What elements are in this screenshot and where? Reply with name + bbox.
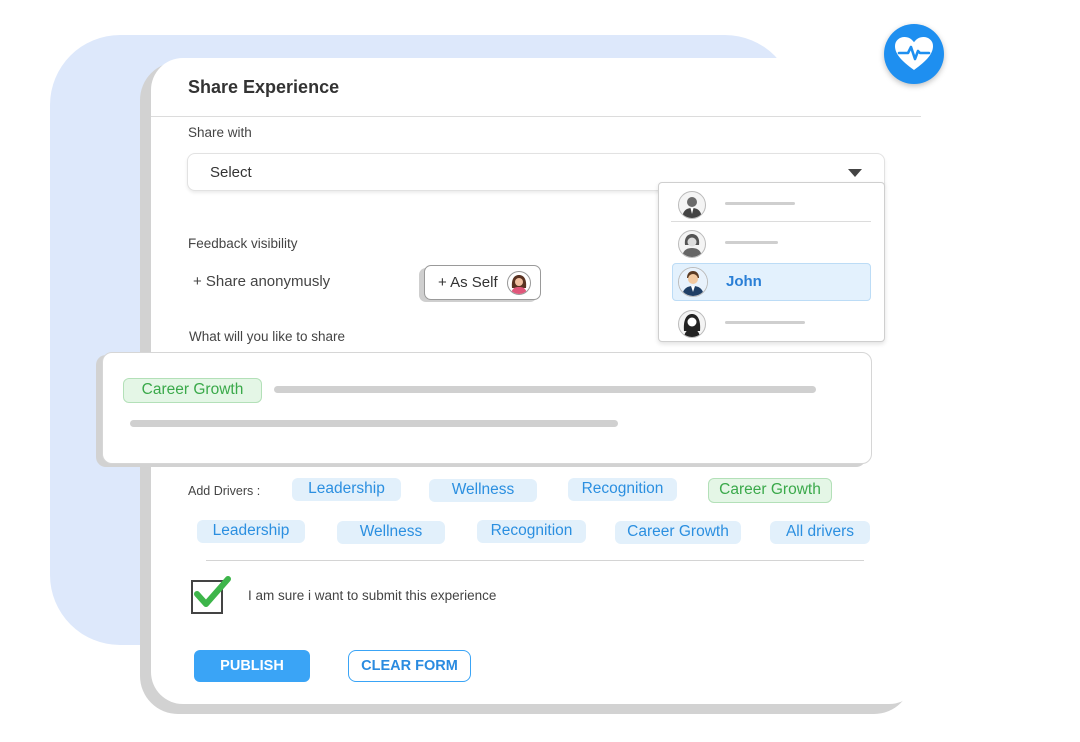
as-self-label: + As Self [438, 274, 498, 291]
dropdown-option-4[interactable] [659, 303, 884, 341]
female-avatar-icon [507, 271, 531, 295]
driver-chip-all-drivers[interactable]: All drivers [770, 521, 870, 544]
add-drivers-label: Add Drivers : [188, 484, 261, 498]
feedback-visibility-label: Feedback visibility [188, 236, 298, 251]
user-avatar-icon [678, 267, 708, 297]
driver-chip-recognition[interactable]: Recognition [477, 520, 586, 543]
share-anonymously-option[interactable]: + Share anonymusly [193, 273, 330, 290]
dropdown-option-john[interactable]: John [672, 263, 871, 301]
share-with-dropdown: John [658, 182, 885, 342]
placeholder-line [725, 202, 795, 205]
placeholder-line [130, 420, 618, 427]
driver-chip-leadership[interactable]: Leadership [197, 520, 305, 543]
dialog-title: Share Experience [188, 77, 340, 97]
driver-chip-recognition[interactable]: Recognition [568, 478, 677, 501]
driver-chip-leadership[interactable]: Leadership [292, 478, 401, 501]
driver-chip-wellness[interactable]: Wellness [429, 479, 537, 502]
female-user-icon [678, 230, 706, 258]
chevron-down-icon[interactable] [848, 169, 862, 177]
share-text-area[interactable] [102, 352, 872, 464]
dropdown-option-2[interactable] [659, 223, 884, 261]
section-divider [206, 560, 864, 561]
confirm-label: I am sure i want to submit this experien… [248, 588, 497, 603]
driver-chip-career-growth[interactable]: Career Growth [615, 521, 741, 544]
driver-chip-career-growth[interactable]: Career Growth [708, 478, 832, 503]
title-divider [151, 116, 921, 117]
dropdown-option-1[interactable] [659, 184, 884, 222]
checkmark-icon [194, 576, 231, 607]
as-self-button[interactable]: + As Self [424, 265, 541, 300]
placeholder-line [725, 321, 805, 324]
share-content-label: What will you like to share [189, 329, 346, 344]
option-label-john: John [726, 273, 762, 290]
female-user-icon [678, 310, 706, 338]
clear-form-button[interactable]: CLEAR FORM [348, 650, 471, 682]
driver-chip-wellness[interactable]: Wellness [337, 521, 445, 544]
share-with-label: Share with [188, 125, 252, 140]
select-value: Select [210, 164, 252, 181]
career-growth-tag[interactable]: Career Growth [123, 378, 262, 403]
dropdown-divider [671, 221, 871, 222]
placeholder-line [274, 386, 816, 393]
publish-button[interactable]: PUBLISH [194, 650, 310, 682]
male-user-icon [678, 191, 706, 219]
heart-rate-icon [884, 24, 944, 84]
placeholder-line [725, 241, 778, 244]
